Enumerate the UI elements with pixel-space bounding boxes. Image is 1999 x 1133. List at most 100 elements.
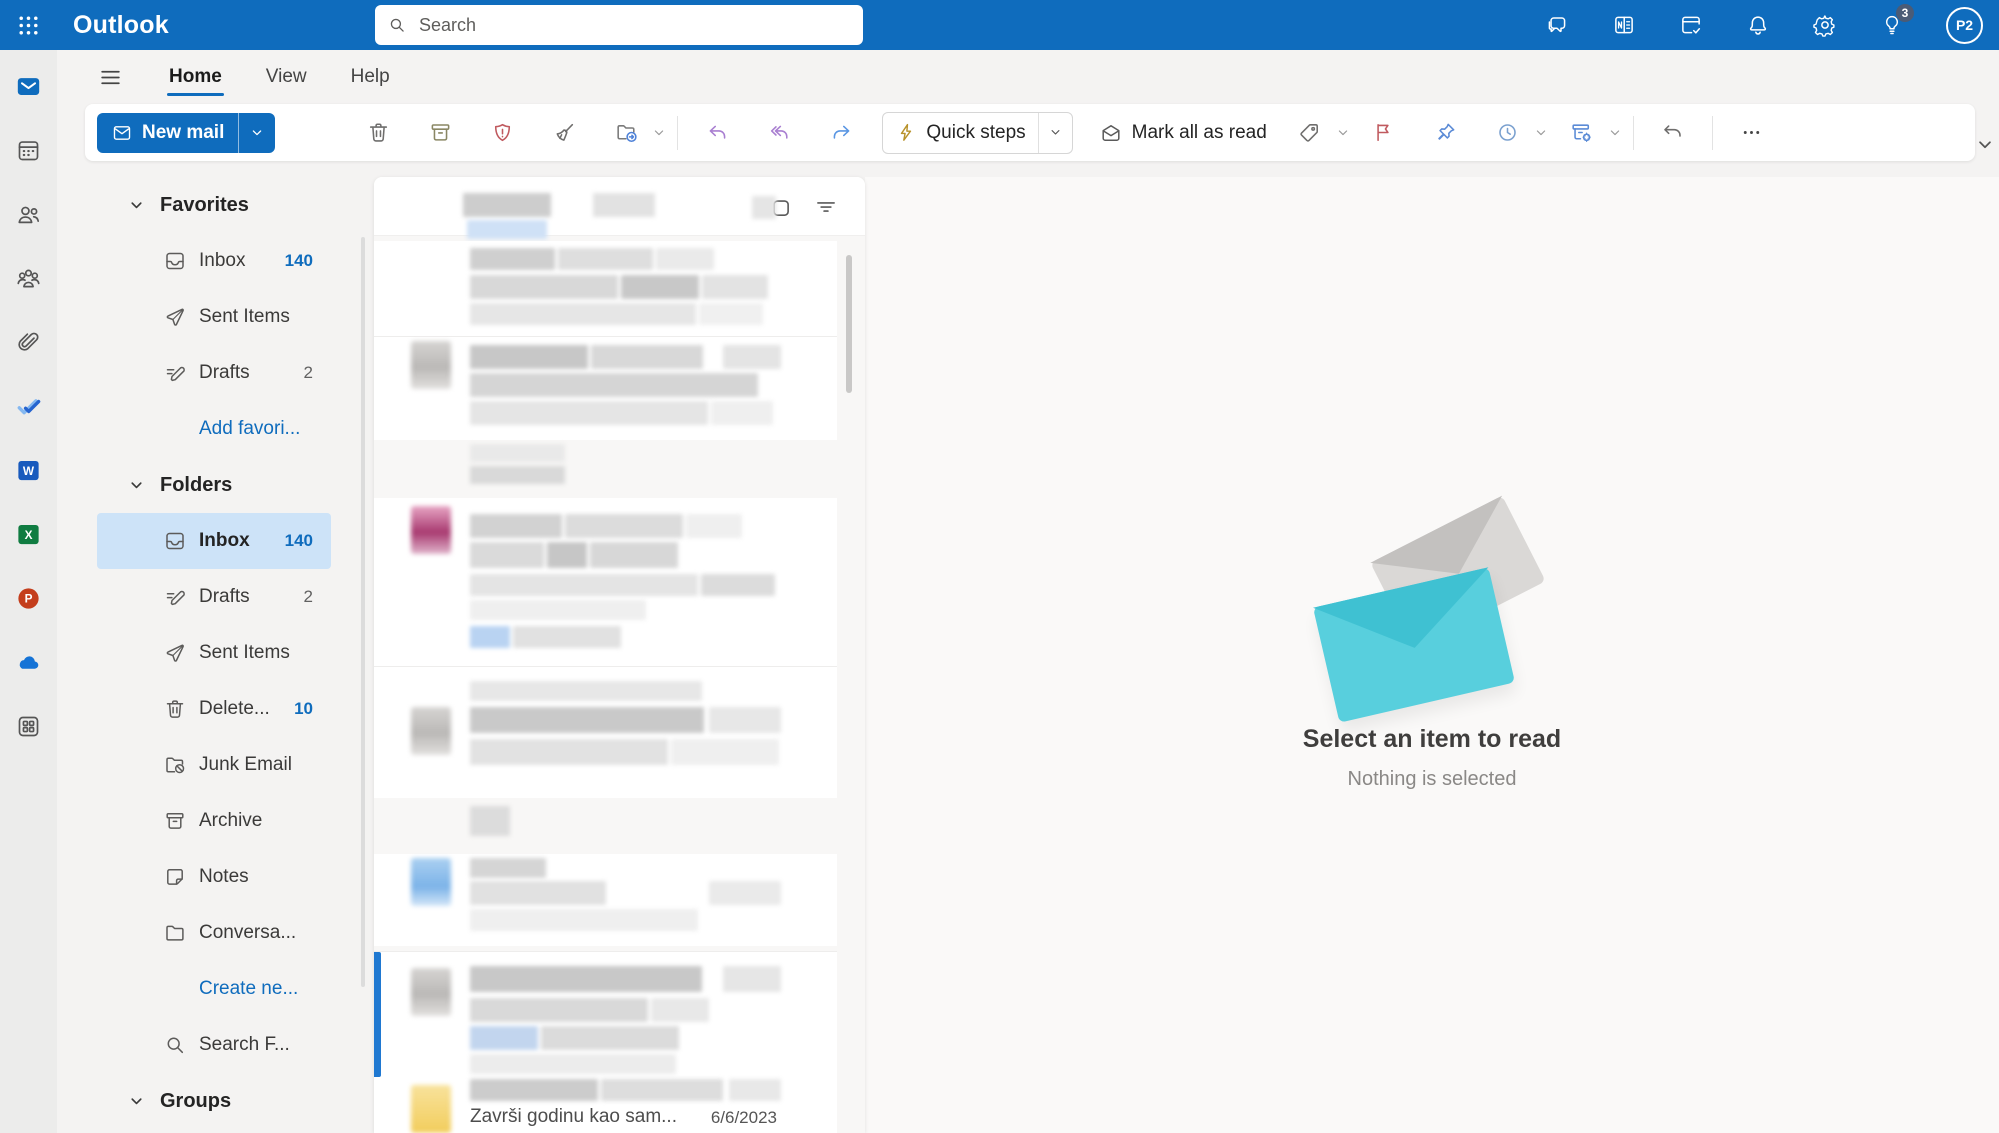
unread-count: 2 <box>304 587 331 607</box>
folder-pane: FavoritesInbox140Sent ItemsDrafts2Add fa… <box>57 177 374 1133</box>
redacted-text-line <box>470 574 775 596</box>
email-list-item[interactable]: Završi godinu kao sam...6/6/2023 <box>374 1079 837 1133</box>
email-list-item[interactable] <box>374 241 837 336</box>
redacted-date-chunk <box>709 707 781 733</box>
list-group-divider[interactable] <box>374 798 837 848</box>
my-day-icon[interactable] <box>1678 12 1704 38</box>
folder-notes[interactable]: Notes <box>97 849 331 905</box>
delete-button[interactable] <box>355 113 401 153</box>
snooze-button[interactable] <box>1485 113 1531 153</box>
mark-all-read-button[interactable]: Mark all as read <box>1087 113 1279 153</box>
folder-inbox-selected[interactable]: Inbox140 <box>97 513 331 569</box>
folder-drafts[interactable]: Drafts2 <box>97 569 331 625</box>
folder-junk-email[interactable]: Junk Email <box>97 737 331 793</box>
rail-mail-icon[interactable] <box>0 54 57 118</box>
flag-button[interactable] <box>1361 113 1407 153</box>
folder-pane-scrollbar[interactable] <box>361 237 365 987</box>
folder-conversa[interactable]: Conversa... <box>97 905 331 961</box>
select-messages-icon[interactable] <box>767 194 793 220</box>
notifications-bell-icon[interactable] <box>1745 12 1771 38</box>
redacted-text-line <box>470 542 678 568</box>
reply-button[interactable] <box>694 113 740 153</box>
new-mail-button[interactable]: New mail <box>97 113 275 153</box>
redacted-date-chunk <box>723 345 781 369</box>
section-header-favorites[interactable]: Favorites <box>97 177 331 233</box>
tab-home[interactable]: Home <box>159 56 232 98</box>
email-list-item[interactable] <box>374 498 837 666</box>
reply-all-button[interactable] <box>756 113 802 153</box>
toolbar-divider <box>1633 116 1634 150</box>
folder-sent-items[interactable]: Sent Items <box>97 289 331 345</box>
archive-settings-dropdown-icon[interactable] <box>1607 125 1623 141</box>
email-list-item[interactable] <box>374 854 837 946</box>
rail-powerpoint-icon[interactable]: P <box>0 566 57 630</box>
new-mail-dropdown-icon[interactable] <box>239 113 275 153</box>
teams-chat-icon[interactable] <box>1544 12 1570 38</box>
rail-to-do-icon[interactable] <box>0 374 57 438</box>
ribbon-tabs-row: Home View Help <box>57 50 1999 104</box>
folder-archive[interactable]: Archive <box>97 793 331 849</box>
message-list-scrollbar[interactable] <box>846 255 852 393</box>
categorize-tag-button[interactable] <box>1287 113 1333 153</box>
folder-sent-items[interactable]: Sent Items <box>97 625 331 681</box>
pin-button[interactable] <box>1423 113 1469 153</box>
quick-steps-dropdown-icon[interactable] <box>1039 125 1072 140</box>
redacted-date-chunk <box>723 966 781 992</box>
rail-word-icon[interactable]: W <box>0 438 57 502</box>
rail-more-apps-icon[interactable] <box>0 694 57 758</box>
categorize-dropdown-icon[interactable] <box>1335 125 1351 141</box>
filter-icon[interactable] <box>813 194 839 220</box>
redacted-text-line <box>470 466 565 484</box>
search-bar[interactable] <box>375 5 863 45</box>
folder-inbox[interactable]: Inbox140 <box>97 233 331 289</box>
archive-settings-button[interactable] <box>1559 113 1605 153</box>
folder-search-f[interactable]: Search F... <box>97 1017 331 1073</box>
email-list-item[interactable] <box>374 666 837 798</box>
quick-steps-button[interactable]: Quick steps <box>882 112 1072 154</box>
navigation-menu-icon[interactable] <box>95 62 125 92</box>
app-title[interactable]: Outlook <box>73 11 169 40</box>
redacted-text-line <box>470 681 702 701</box>
rail-groups-icon[interactable] <box>0 246 57 310</box>
redacted-text-line <box>463 193 655 217</box>
message-list: Završi godinu kao sam...6/6/2023 <box>374 177 865 1133</box>
email-list-item[interactable] <box>374 951 837 1079</box>
tips-lightbulb-icon[interactable]: 3 <box>1879 12 1905 38</box>
folder-delete[interactable]: Delete...10 <box>97 681 331 737</box>
email-list-item[interactable] <box>374 336 837 440</box>
list-group-divider[interactable] <box>374 440 837 490</box>
folder-drafts[interactable]: Drafts2 <box>97 345 331 401</box>
app-launcher-icon[interactable] <box>0 0 57 50</box>
rail-onedrive-icon[interactable] <box>0 630 57 694</box>
section-header-groups[interactable]: Groups <box>97 1073 331 1129</box>
rail-files-icon[interactable] <box>0 310 57 374</box>
archive-button[interactable] <box>417 113 463 153</box>
settings-gear-icon[interactable] <box>1812 12 1838 38</box>
more-options-button[interactable] <box>1729 113 1775 153</box>
tab-view[interactable]: View <box>256 56 317 98</box>
link-add-favori[interactable]: Add favori... <box>97 401 331 457</box>
section-header-folders[interactable]: Folders <box>97 457 331 513</box>
move-to-dropdown-icon[interactable] <box>651 125 667 141</box>
forward-button[interactable] <box>818 113 864 153</box>
search-input[interactable] <box>417 14 851 37</box>
feed-icon[interactable] <box>1611 12 1637 38</box>
sender-avatar <box>411 707 451 755</box>
redacted-text-line <box>470 1054 676 1074</box>
quick-steps-label: Quick steps <box>926 122 1025 144</box>
sweep-button[interactable] <box>541 113 587 153</box>
link-create-ne[interactable]: Create ne... <box>97 961 331 1017</box>
undo-button[interactable] <box>1650 113 1696 153</box>
new-mail-label: New mail <box>142 122 224 144</box>
collapse-ribbon-icon[interactable] <box>1974 134 1996 156</box>
report-button[interactable] <box>479 113 525 153</box>
tab-help[interactable]: Help <box>341 56 400 98</box>
rail-calendar-icon[interactable] <box>0 118 57 182</box>
rail-people-icon[interactable] <box>0 182 57 246</box>
move-to-button[interactable] <box>603 113 649 153</box>
message-list-header <box>374 177 865 236</box>
tips-badge: 3 <box>1896 4 1914 22</box>
snooze-dropdown-icon[interactable] <box>1533 125 1549 141</box>
rail-excel-icon[interactable]: X <box>0 502 57 566</box>
account-avatar[interactable]: P2 <box>1946 7 1983 44</box>
